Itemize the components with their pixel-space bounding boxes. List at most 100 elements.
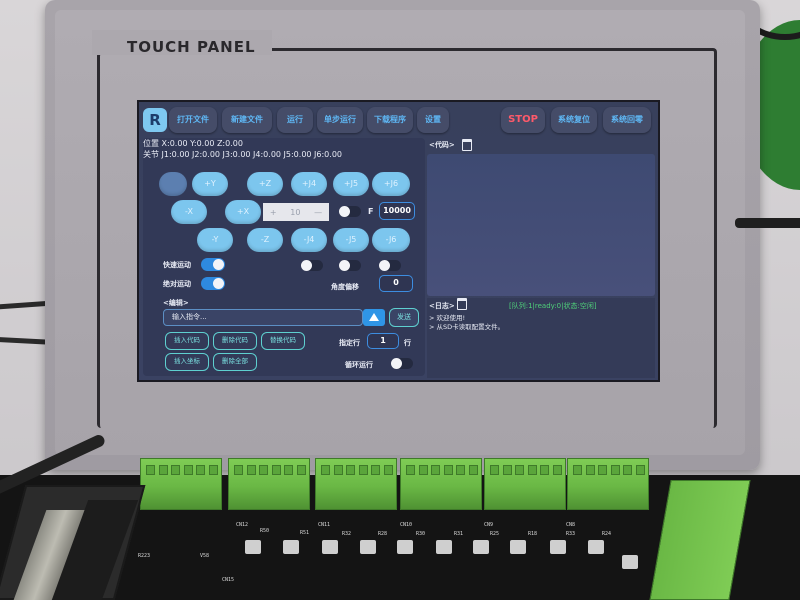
optocoupler [473,540,489,554]
terminal-screw-slot [431,465,440,475]
angle-offset-label: 角度偏移 [331,283,359,291]
jog-plus-j6-button[interactable]: +J6 [372,172,410,196]
resistor-label: R24 [602,531,612,537]
line-number-input[interactable]: 1 [367,333,399,349]
jog-home-button[interactable] [159,172,187,196]
resistor-label: R28 [378,531,388,537]
terminal-screw-slot [443,465,453,475]
terminal-screw-slot [271,465,281,475]
queue-status: [队列:1|ready:0|状态:空闲] [509,302,597,310]
terminal-screw-slot [183,465,193,475]
connector-label: CN8 [566,522,576,528]
app-logo: R [143,108,167,132]
angle-offset-input[interactable]: 0 [379,275,413,292]
terminal-screw-slot [358,465,368,475]
jog-plus-j4-button[interactable]: +J4 [291,172,327,196]
code-editor-area[interactable] [427,154,655,296]
download-program-button[interactable]: 下载程序 [367,107,413,133]
step-decrease-button[interactable]: + [270,208,277,217]
toggle-knob [339,206,350,217]
step-size-stepper[interactable]: + 10 — [263,203,329,221]
toggle-knob [391,358,402,369]
resistor-label: R33 [566,531,576,537]
new-file-button[interactable]: 新建文件 [222,107,272,133]
log-line: > 从SD卡读取配置文件。 [429,323,505,331]
jog-minus-x-button[interactable]: -X [171,200,207,224]
clear-log-trash-icon[interactable] [457,298,467,310]
line-suffix: 行 [404,339,411,347]
jog-minus-j4-button[interactable]: -J4 [291,228,327,252]
terminal-screw-slot [598,465,607,475]
joint-position: 关节 J1:0.00 J2:0.00 J3:0.00 J4:0.00 J5:0.… [143,150,342,159]
joint-toggle[interactable] [301,260,323,271]
terminal-screw-slot [552,465,562,475]
terminal-screw-slot [623,465,632,475]
touch-screen: R 打开文件 新建文件 运行 单步运行 下载程序 设置 STOP 系统复位 系统… [137,100,660,382]
terminal-screw-slot [515,465,524,475]
system-home-button[interactable]: 系统回零 [603,107,651,133]
resistor-label: R25 [490,531,500,537]
joint-toggle[interactable] [339,260,361,271]
terminal-screw-slot [585,465,595,475]
component-label: R223 [138,553,151,559]
terminal-block [228,458,310,510]
insert-code-button[interactable]: 插入代码 [165,332,209,350]
optocoupler [510,540,526,554]
jog-plus-j5-button[interactable]: +J5 [333,172,369,196]
settings-button[interactable]: 设置 [417,107,449,133]
terminal-screw-slot [146,465,155,475]
terminal-screw-slot [196,465,205,475]
step-run-button[interactable]: 单步运行 [317,107,363,133]
stop-button[interactable]: STOP [501,107,545,133]
log-panel-header: <日志> [429,302,455,310]
terminal-screw-slot [246,465,256,475]
terminal-screw-slot [383,465,393,475]
jog-minus-z-button[interactable]: -Z [247,228,283,252]
jog-minus-j5-button[interactable]: -J5 [333,228,369,252]
connector-label: CN9 [484,522,494,528]
optocoupler [588,540,604,554]
feed-rate-input[interactable]: 10000 [379,202,415,220]
joint-toggle[interactable] [379,260,401,271]
line-label: 指定行 [339,339,360,347]
connector-label: CN11 [318,522,331,528]
step-increase-button[interactable]: — [314,208,322,217]
step-mode-toggle[interactable] [339,206,361,217]
delete-code-button[interactable]: 删除代码 [213,332,257,350]
terminal-block [400,458,482,510]
insert-coordinate-button[interactable]: 插入坐标 [165,353,209,371]
toggle-knob [339,260,350,271]
terminal-screw-slot [346,465,355,475]
absolute-move-toggle[interactable] [201,277,225,290]
toggle-knob [379,260,390,271]
loop-run-toggle[interactable] [391,358,413,369]
system-reset-button[interactable]: 系统复位 [551,107,597,133]
clear-code-trash-icon[interactable] [462,139,472,151]
jog-minus-y-button[interactable]: -Y [197,228,233,252]
toggle-knob [213,278,224,289]
optocoupler [360,540,376,554]
run-button[interactable]: 运行 [277,107,313,133]
terminal-screw-slot [573,465,582,475]
feed-label: F [368,207,374,216]
resistor-label: R18 [528,531,538,537]
jog-plus-x-button[interactable]: +X [225,200,261,224]
command-input[interactable]: 输入指令... [163,309,363,326]
jog-plus-y-button[interactable]: +Y [192,172,228,196]
terminal-screw-slot [296,465,306,475]
send-button[interactable]: 发送 [389,308,419,327]
component-label: V58 [200,553,210,559]
terminal-screw-slot [371,465,380,475]
delete-all-button[interactable]: 删除全部 [213,353,257,371]
fast-move-toggle[interactable] [201,258,225,271]
history-up-button[interactable] [363,309,385,326]
loop-run-label: 循环运行 [345,361,373,369]
optocoupler [245,540,261,554]
terminal-screw-slot [527,465,537,475]
jog-minus-j6-button[interactable]: -J6 [372,228,410,252]
optocoupler [322,540,338,554]
replace-code-button[interactable]: 替换代码 [261,332,305,350]
open-file-button[interactable]: 打开文件 [169,107,217,133]
terminal-screw-slot [610,465,620,475]
jog-plus-z-button[interactable]: +Z [247,172,283,196]
